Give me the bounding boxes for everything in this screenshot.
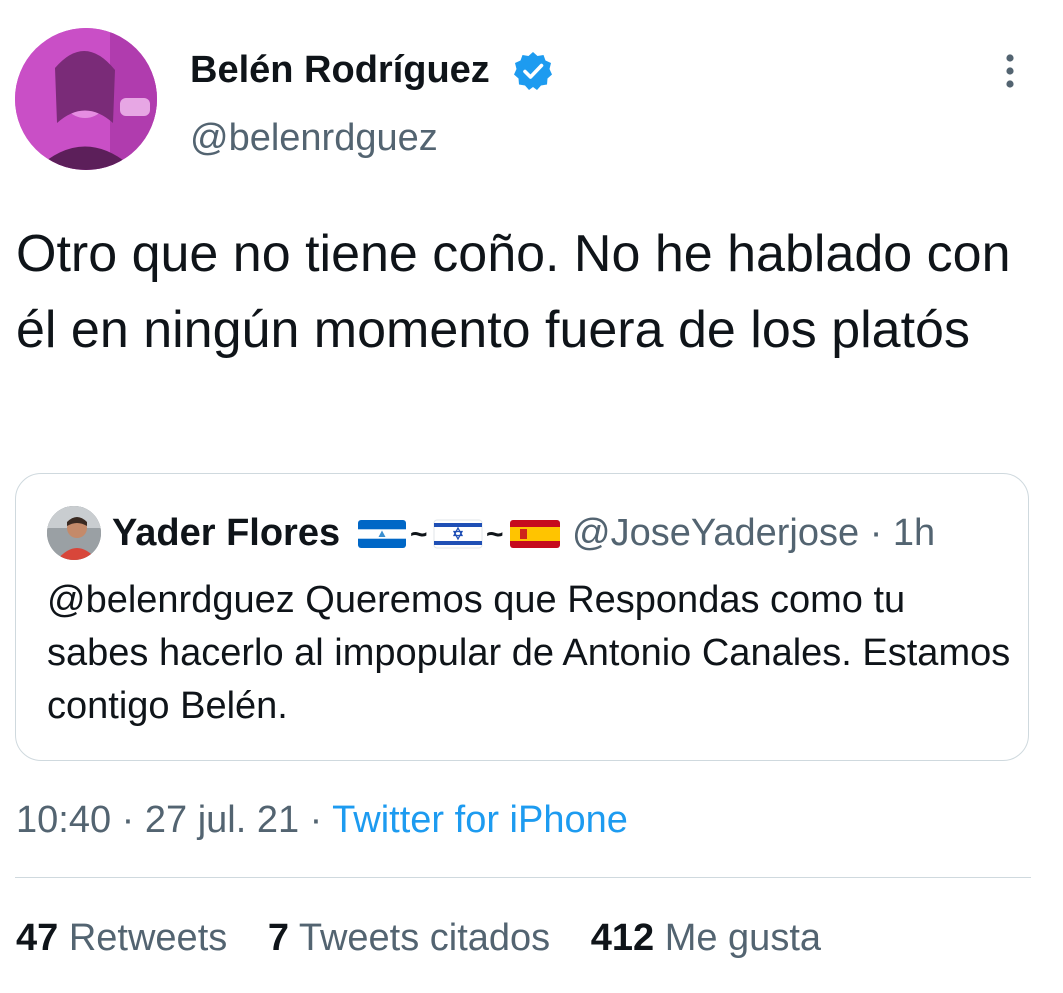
flag-spain-icon bbox=[510, 520, 560, 548]
flag-israel-icon bbox=[433, 519, 483, 549]
tweet-text: Otro que no tiene coño. No he hablado co… bbox=[16, 225, 1011, 359]
retweets-count: 47 bbox=[16, 917, 59, 959]
author-display-name[interactable]: Belén Rodríguez bbox=[190, 46, 490, 94]
more-options-icon[interactable] bbox=[996, 50, 1024, 94]
flag-nicaragua-icon bbox=[358, 520, 406, 548]
name-separator-1: ~ bbox=[410, 518, 428, 551]
tweet-source-link[interactable]: Twitter for iPhone bbox=[332, 799, 628, 841]
likes-stat[interactable]: 412 Me gusta bbox=[591, 917, 821, 959]
quoted-tweet-text: @belenrdguez Queremos que Respondas como… bbox=[47, 579, 1011, 727]
name-separator-2: ~ bbox=[486, 518, 504, 551]
divider bbox=[15, 877, 1031, 878]
tweet-stats: 47 Retweets 7 Tweets citados 412 Me gust… bbox=[16, 914, 851, 962]
verified-badge-icon bbox=[512, 50, 554, 92]
quoted-handle-time[interactable]: @JoseYaderjose · 1h bbox=[572, 510, 935, 556]
author-handle[interactable]: @belenrdguez bbox=[190, 114, 438, 162]
retweets-stat[interactable]: 47 Retweets bbox=[16, 917, 227, 959]
tweet-meta: 10:40 · 27 jul. 21 · Twitter for iPhone bbox=[16, 796, 628, 844]
quoted-name-flags: ~ ~ bbox=[356, 514, 566, 554]
likes-label: Me gusta bbox=[664, 917, 822, 959]
retweets-label: Retweets bbox=[68, 917, 228, 959]
quoted-display-name[interactable]: Yader Flores bbox=[112, 510, 340, 556]
quoted-author-avatar[interactable] bbox=[47, 506, 101, 560]
quote-tweets-count: 7 bbox=[267, 917, 289, 959]
likes-count: 412 bbox=[590, 917, 655, 959]
quote-tweets-label: Tweets citados bbox=[298, 917, 551, 959]
tweet-timestamp[interactable]: 10:40 · 27 jul. 21 · bbox=[16, 799, 332, 841]
author-avatar[interactable] bbox=[15, 28, 157, 170]
quote-tweets-stat[interactable]: 7 Tweets citados bbox=[268, 917, 550, 959]
